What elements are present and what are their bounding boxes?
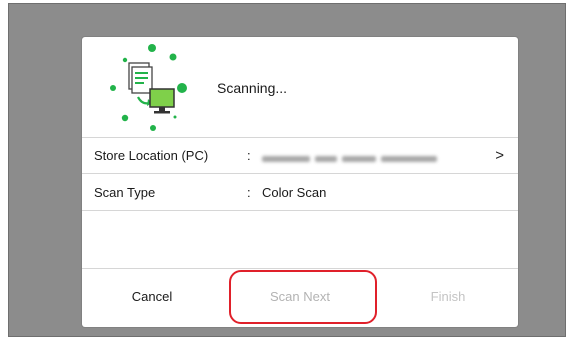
- store-location-label: Store Location (PC): [94, 148, 209, 163]
- scan-next-button[interactable]: Scan Next: [235, 289, 365, 304]
- store-location-colon: :: [247, 148, 251, 163]
- dialog-header: Scanning...: [82, 37, 518, 138]
- scan-type-row: Scan Type : Color Scan: [82, 174, 518, 211]
- scan-type-value: Color Scan: [262, 185, 327, 200]
- store-location-value-obscured: [262, 150, 458, 162]
- finish-button[interactable]: Finish: [383, 289, 513, 304]
- empty-row: [82, 211, 518, 269]
- chevron-right-icon[interactable]: >: [495, 147, 504, 164]
- scanning-to-pc-icon: [110, 44, 187, 131]
- device-screen: Scanning... Store Location (PC) : > Scan…: [8, 3, 566, 337]
- cancel-button[interactable]: Cancel: [87, 289, 217, 304]
- scan-type-colon: :: [247, 185, 251, 200]
- scanning-dialog: Scanning... Store Location (PC) : > Scan…: [82, 37, 518, 327]
- store-location-row[interactable]: Store Location (PC) : >: [82, 137, 518, 174]
- status-text: Scanning...: [217, 80, 288, 96]
- dialog-footer: Cancel Scan Next Finish: [82, 269, 518, 327]
- scan-type-label: Scan Type: [94, 185, 156, 200]
